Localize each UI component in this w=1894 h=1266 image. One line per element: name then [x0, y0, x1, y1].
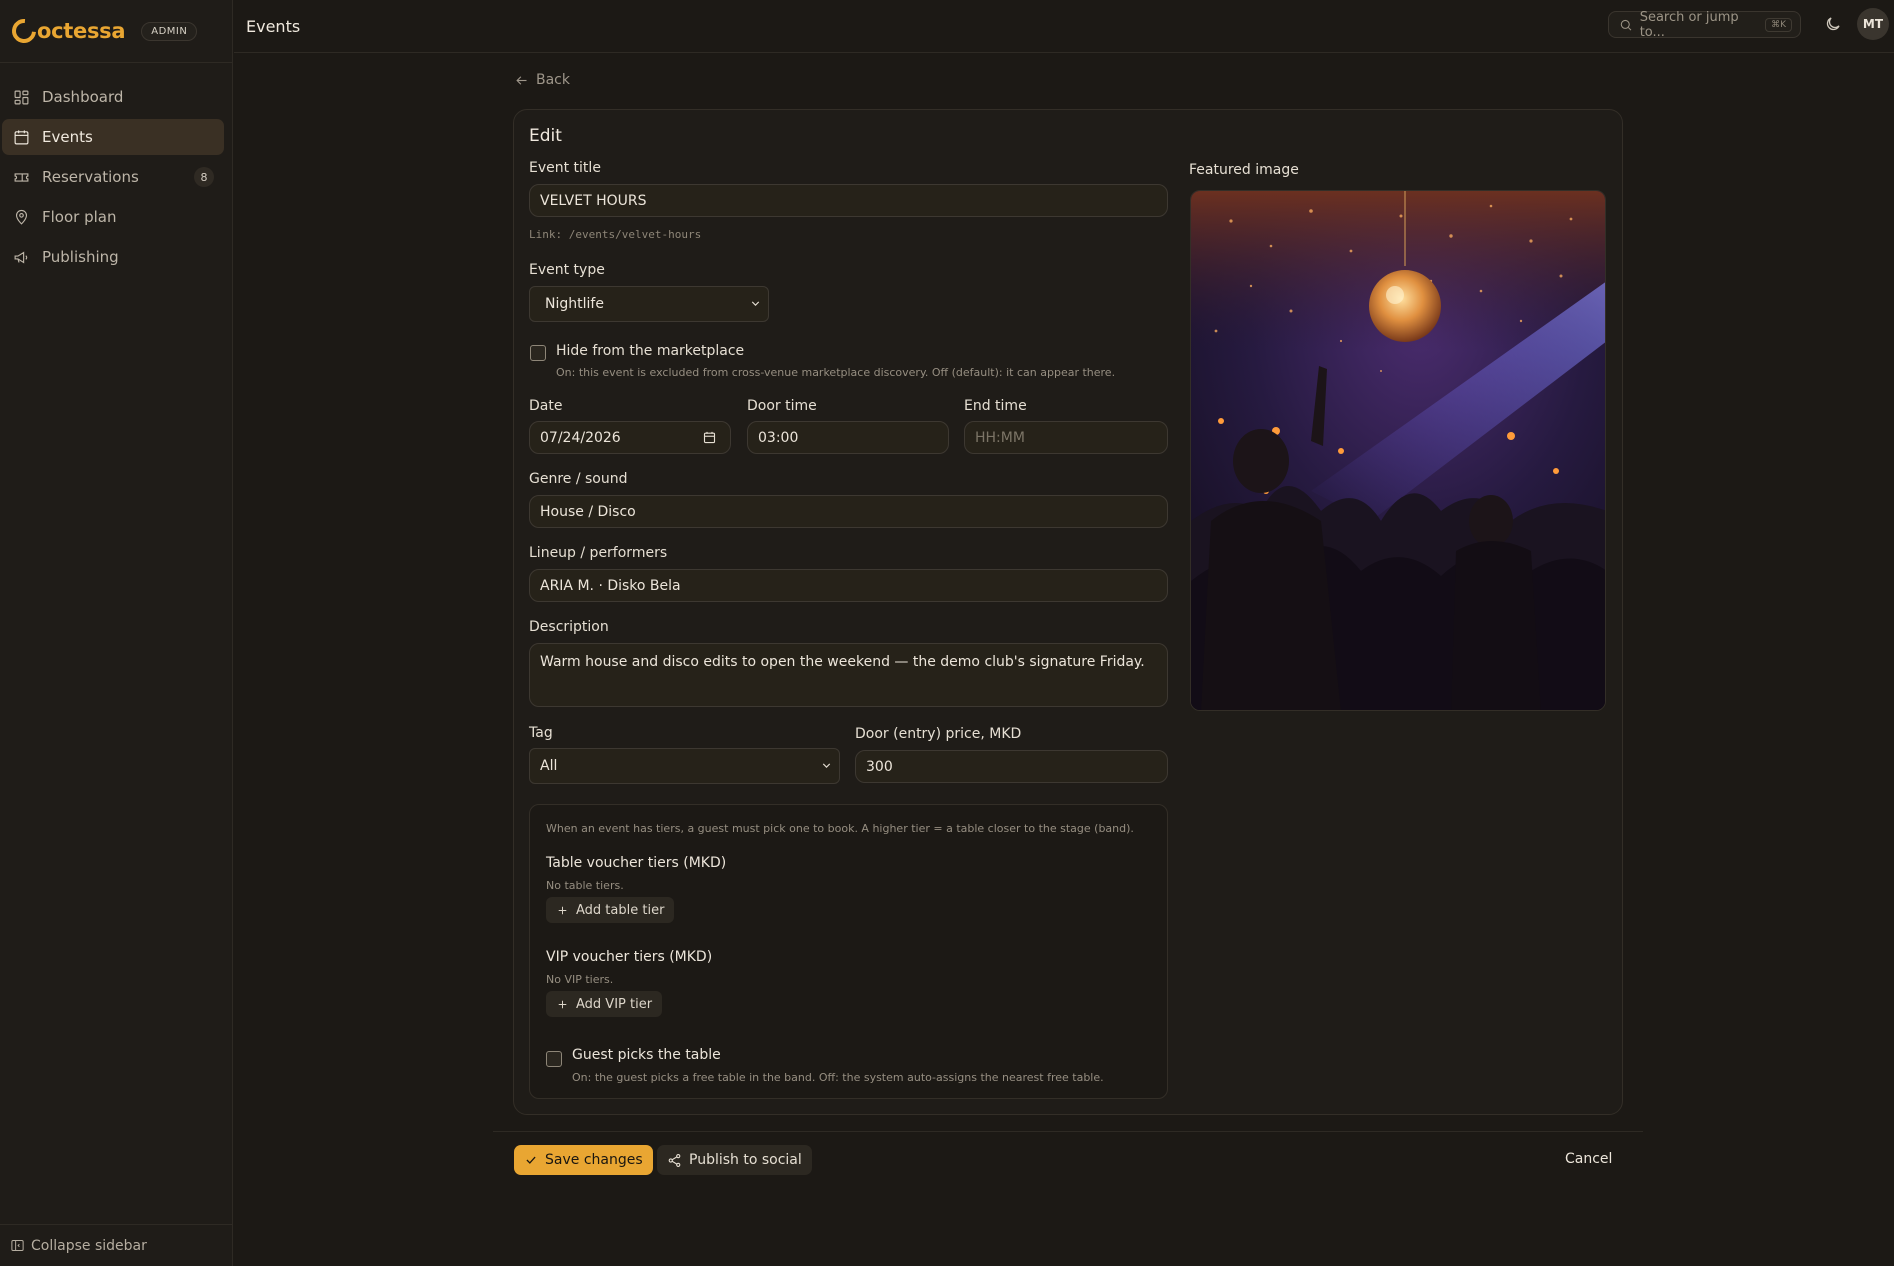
- tiers-intro: When an event has tiers, a guest must pi…: [546, 822, 1134, 835]
- tag-value: All: [540, 758, 558, 774]
- check-icon: [526, 1156, 536, 1164]
- lineup-input[interactable]: ARIA M. · Disko Bela: [529, 569, 1168, 602]
- megaphone-icon: [12, 248, 30, 266]
- hide-marketplace-label: Hide from the marketplace: [556, 343, 745, 359]
- publish-to-social-button[interactable]: Publish to social: [657, 1145, 812, 1175]
- brand-name: octessa: [37, 19, 126, 43]
- save-changes-label: Save changes: [545, 1152, 643, 1168]
- search-shortcut: ⌘K: [1765, 17, 1792, 32]
- guest-picks-table-hint: On: the guest picks a free table in the …: [572, 1071, 1104, 1084]
- event-type-select[interactable]: Nightlife: [529, 286, 769, 322]
- sidebar-toggle-icon: [11, 1240, 24, 1251]
- sidebar-item-publishing[interactable]: Publishing: [2, 239, 224, 275]
- table-tiers-empty: No table tiers.: [546, 879, 624, 892]
- dashboard-icon: [12, 88, 30, 106]
- table-tiers-heading: Table voucher tiers (MKD): [546, 855, 727, 871]
- featured-image[interactable]: [1190, 190, 1606, 711]
- ticket-icon: [12, 168, 30, 186]
- sidebar-item-label: Events: [42, 128, 93, 146]
- event-title-input[interactable]: VELVET HOURS: [529, 184, 1168, 217]
- add-table-tier-label: Add table tier: [576, 902, 665, 918]
- end-time-input[interactable]: HH:MM: [964, 421, 1168, 454]
- collapse-sidebar-label: Collapse sidebar: [31, 1237, 147, 1254]
- door-time-input[interactable]: 03:00: [747, 421, 949, 454]
- back-link[interactable]: Back: [514, 72, 570, 88]
- door-price-input[interactable]: 300: [855, 750, 1168, 783]
- search-input[interactable]: Search or jump to... ⌘K: [1608, 9, 1801, 40]
- featured-image-graphic: [1191, 191, 1605, 710]
- sidebar-item-label: Publishing: [42, 248, 119, 266]
- brand-header: octessa ADMIN: [0, 0, 232, 63]
- event-link-text: Link: /events/velvet-hours: [529, 228, 702, 241]
- tag-label: Tag: [529, 725, 553, 741]
- door-time-label: Door time: [747, 398, 817, 414]
- cancel-button[interactable]: Cancel: [1565, 1151, 1612, 1167]
- add-vip-tier-label: Add VIP tier: [576, 996, 653, 1012]
- add-table-tier-button[interactable]: Add table tier: [546, 897, 675, 923]
- genre-label: Genre / sound: [529, 471, 628, 487]
- search-placeholder: Search or jump to...: [1639, 9, 1739, 40]
- event-type-label: Event type: [529, 262, 605, 278]
- arrow-left-icon: [516, 75, 527, 85]
- plus-icon: [558, 906, 567, 914]
- vip-tiers-heading: VIP voucher tiers (MKD): [546, 949, 713, 965]
- sidebar-item-reservations[interactable]: Reservations 8: [2, 159, 224, 195]
- event-title-label: Event title: [529, 160, 601, 176]
- sidebar-nav: Dashboard Events Reservations 8 Floor pl…: [0, 63, 232, 275]
- plus-icon: [558, 1000, 567, 1008]
- moon-icon: [1826, 17, 1840, 31]
- sidebar: octessa ADMIN Dashboard Events Reservati…: [0, 0, 233, 1266]
- date-label: Date: [529, 398, 563, 414]
- calendar-picker-icon[interactable]: [702, 430, 718, 446]
- footer-divider: [493, 1131, 1643, 1132]
- search-icon: [1620, 19, 1632, 30]
- sidebar-item-label: Reservations: [42, 168, 139, 186]
- guest-picks-table-label: Guest picks the table: [572, 1047, 721, 1063]
- hide-marketplace-checkbox[interactable]: [530, 345, 546, 361]
- theme-toggle-button[interactable]: [1824, 15, 1842, 33]
- avatar[interactable]: MT: [1857, 8, 1889, 40]
- event-type-value: Nightlife: [545, 296, 604, 312]
- calendar-icon: [12, 128, 30, 146]
- publish-to-social-label: Publish to social: [689, 1152, 802, 1168]
- hide-marketplace-hint: On: this event is excluded from cross-ve…: [556, 366, 1116, 379]
- end-time-label: End time: [964, 398, 1027, 414]
- reservations-count-badge: 8: [194, 167, 214, 187]
- map-pin-icon: [12, 208, 30, 226]
- share-icon: [668, 1153, 681, 1167]
- genre-input[interactable]: House / Disco: [529, 495, 1168, 528]
- sidebar-item-label: Dashboard: [42, 88, 124, 106]
- vip-tiers-empty: No VIP tiers.: [546, 973, 614, 986]
- back-label: Back: [536, 72, 570, 88]
- description-textarea[interactable]: Warm house and disco edits to open the w…: [529, 643, 1168, 707]
- tag-select[interactable]: All: [529, 748, 840, 784]
- chevron-down-icon: [820, 759, 833, 772]
- admin-badge: ADMIN: [141, 21, 198, 41]
- sidebar-item-label: Floor plan: [42, 208, 117, 226]
- tiers-panel: When an event has tiers, a guest must pi…: [529, 804, 1168, 1099]
- add-vip-tier-button[interactable]: Add VIP tier: [546, 991, 663, 1017]
- page-title: Events: [246, 16, 301, 36]
- door-price-label: Door (entry) price, MKD: [855, 726, 1022, 742]
- date-value: 07/24/2026: [540, 429, 621, 446]
- lineup-label: Lineup / performers: [529, 545, 668, 561]
- card-title: Edit: [529, 126, 562, 146]
- description-label: Description: [529, 619, 609, 635]
- save-changes-button[interactable]: Save changes: [514, 1145, 653, 1175]
- logo-mark-icon: [7, 14, 41, 48]
- guest-picks-table-checkbox[interactable]: [546, 1051, 562, 1067]
- date-input[interactable]: 07/24/2026: [529, 421, 731, 454]
- featured-image-label: Featured image: [1189, 162, 1299, 178]
- sidebar-item-dashboard[interactable]: Dashboard: [2, 79, 224, 115]
- collapse-sidebar-button[interactable]: Collapse sidebar: [0, 1224, 232, 1266]
- brand-logo[interactable]: octessa: [7, 14, 126, 48]
- sidebar-item-floor-plan[interactable]: Floor plan: [2, 199, 224, 235]
- chevron-down-icon: [749, 297, 762, 310]
- topbar: Events Search or jump to... ⌘K MT: [234, 0, 1894, 53]
- sidebar-item-events[interactable]: Events: [2, 119, 224, 155]
